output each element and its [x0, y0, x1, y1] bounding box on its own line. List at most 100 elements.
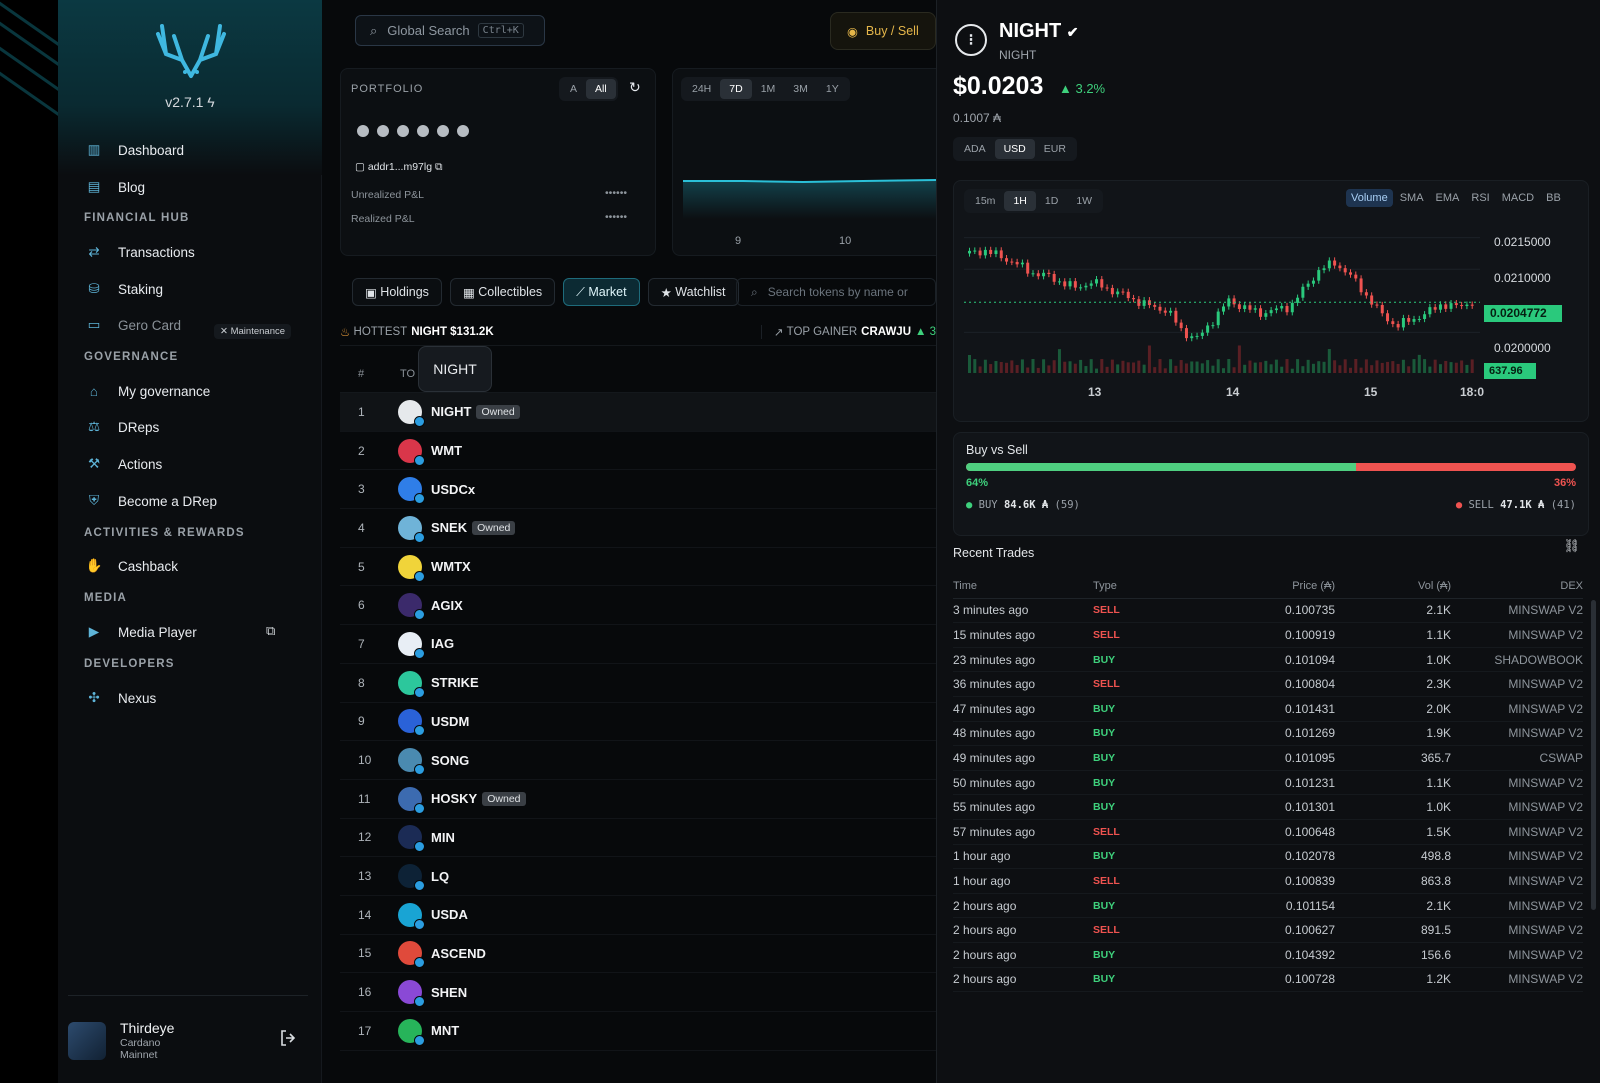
- trade-row[interactable]: 3 minutes ago SELL 0.100735 2.1K MINSWAP V2: [953, 599, 1583, 624]
- sidebar-item-actions[interactable]: ⚒ Actions: [84, 453, 162, 475]
- wallet-address[interactable]: ▢ addr1...m97lg ⧉: [355, 161, 442, 174]
- table-row[interactable]: 10 SONG: [340, 741, 936, 780]
- indicator-ema[interactable]: EMA: [1431, 189, 1465, 207]
- table-row[interactable]: 5 WMTX: [340, 548, 936, 587]
- table-row[interactable]: 1 NIGHT Owned: [340, 393, 936, 432]
- currency-ada[interactable]: ADA: [955, 139, 995, 159]
- sidebar-item-cashback[interactable]: ✋ Cashback: [84, 555, 178, 577]
- trade-row[interactable]: 57 minutes ago SELL 0.100648 1.5K MINSWAP V2: [953, 820, 1583, 845]
- trade-row[interactable]: 1 hour ago BUY 0.102078 498.8 MINSWAP V2: [953, 845, 1583, 870]
- volume-bar: [1465, 364, 1469, 373]
- sidebar-item-media-player[interactable]: ▶ Media Player: [84, 621, 197, 643]
- range-1m[interactable]: 1M: [752, 79, 785, 99]
- trade-row[interactable]: 50 minutes ago BUY 0.101231 1.1K MINSWAP V2: [953, 771, 1583, 796]
- unlink-icon[interactable]: ⛓: [1563, 538, 1580, 554]
- toggle-all[interactable]: All: [586, 79, 616, 99]
- range-3m[interactable]: 3M: [784, 79, 817, 99]
- tab-holdings[interactable]: ▣ Holdings: [352, 278, 442, 306]
- trade-row[interactable]: 49 minutes ago BUY 0.101095 365.7 CSWAP: [953, 746, 1583, 771]
- global-search-input[interactable]: ⌕ Global Search Ctrl+K: [355, 15, 545, 46]
- sidebar-item-become-drep[interactable]: ⛨ Become a DRep: [84, 490, 217, 512]
- trade-row[interactable]: 2 hours ago BUY 0.101154 2.1K MINSWAP V2: [953, 894, 1583, 919]
- currency-eur[interactable]: EUR: [1035, 139, 1075, 159]
- refresh-icon[interactable]: ↻: [629, 79, 641, 96]
- table-row[interactable]: 7 IAG: [340, 625, 936, 664]
- interval-1h[interactable]: 1H: [1004, 191, 1036, 211]
- sidebar-item-dashboard[interactable]: ▥ Dashboard: [84, 139, 184, 161]
- volume-bar: [1370, 365, 1374, 373]
- interval-1w[interactable]: 1W: [1067, 191, 1101, 211]
- volume-bar: [1200, 363, 1204, 373]
- table-row[interactable]: 12 MIN: [340, 819, 936, 858]
- avatar[interactable]: [68, 1022, 106, 1060]
- trade-row[interactable]: 15 minutes ago SELL 0.100919 1.1K MINSWAP V2: [953, 623, 1583, 648]
- sidebar-item-my-governance[interactable]: ⌂ My governance: [84, 380, 210, 402]
- trades-scrollbar[interactable]: [1591, 600, 1596, 910]
- volume-bar: [1438, 364, 1442, 373]
- table-row[interactable]: 15 ASCEND: [340, 935, 936, 974]
- trade-price: 0.101431: [1284, 701, 1335, 716]
- popout-icon[interactable]: ⧉: [266, 623, 275, 639]
- y-tick: 0.0200000: [1494, 341, 1551, 355]
- trade-dex: SHADOWBOOK: [1494, 652, 1583, 667]
- candle: [1105, 287, 1109, 289]
- trade-row[interactable]: 2 hours ago BUY 0.100728 1.2K MINSWAP V2: [953, 968, 1583, 993]
- top-gainer-token[interactable]: CRAWJU: [861, 326, 911, 338]
- indicator-macd[interactable]: MACD: [1497, 189, 1539, 207]
- sidebar-item-gero-card[interactable]: ▭ Gero Card: [84, 314, 181, 336]
- table-row[interactable]: 17 MNT: [340, 1012, 936, 1051]
- trade-price: 0.100627: [1284, 923, 1335, 938]
- table-row[interactable]: 2 WMT: [340, 432, 936, 471]
- section-financial-hub: FINANCIAL HUB: [84, 212, 190, 224]
- trade-type: SELL: [1093, 604, 1120, 617]
- candle: [1354, 274, 1358, 279]
- indicator-sma[interactable]: SMA: [1395, 189, 1429, 207]
- hottest-token[interactable]: NIGHT $131.2K: [411, 326, 493, 338]
- trade-row[interactable]: 36 minutes ago SELL 0.100804 2.3K MINSWAP V2: [953, 672, 1583, 697]
- volume-bar: [1311, 363, 1315, 373]
- sidebar-item-transactions[interactable]: ⇄ Transactions: [84, 241, 194, 263]
- logout-icon[interactable]: [278, 1028, 298, 1048]
- candle: [1417, 318, 1421, 320]
- interval-1d[interactable]: 1D: [1036, 191, 1067, 211]
- table-row[interactable]: 16 SHEN: [340, 973, 936, 1012]
- table-row[interactable]: 9 USDM: [340, 703, 936, 742]
- trade-row[interactable]: 55 minutes ago BUY 0.101301 1.0K MINSWAP V2: [953, 795, 1583, 820]
- buy-vs-sell-title: Buy vs Sell: [966, 443, 1028, 457]
- sidebar-item-dreps[interactable]: ⚖ DReps: [84, 416, 159, 438]
- trade-row[interactable]: 23 minutes ago BUY 0.101094 1.0K SHADOWBOOK: [953, 648, 1583, 673]
- tab-collectibles[interactable]: ▦ Collectibles: [449, 278, 556, 306]
- currency-usd[interactable]: USD: [994, 139, 1035, 159]
- buy-sell-button[interactable]: ◉ Buy / Sell: [830, 12, 936, 50]
- table-row[interactable]: 8 STRIKE: [340, 664, 936, 703]
- tab-market[interactable]: ⟋ Market: [563, 278, 640, 306]
- indicator-volume[interactable]: Volume: [1346, 189, 1393, 207]
- indicator-rsi[interactable]: RSI: [1466, 189, 1494, 207]
- table-row[interactable]: 14 USDA: [340, 896, 936, 935]
- table-row[interactable]: 11 HOSKY Owned: [340, 780, 936, 819]
- table-row[interactable]: 4 SNEK Owned: [340, 509, 936, 548]
- trade-price: 0.101154: [1285, 898, 1335, 913]
- trade-row[interactable]: 47 minutes ago BUY 0.101431 2.0K MINSWAP V2: [953, 697, 1583, 722]
- table-row[interactable]: 3 USDCx: [340, 470, 936, 510]
- copy-icon[interactable]: ⧉: [435, 161, 443, 173]
- trade-row[interactable]: 2 hours ago SELL 0.100627 891.5 MINSWAP V2: [953, 918, 1583, 943]
- interval-15m[interactable]: 15m: [966, 191, 1004, 211]
- tab-watchlist[interactable]: ★ Watchlist: [647, 278, 739, 306]
- candlestick-plot[interactable]: [964, 217, 1484, 377]
- range-1y[interactable]: 1Y: [817, 79, 848, 99]
- sidebar-item-staking[interactable]: ⛁ Staking: [84, 278, 163, 300]
- toggle-ada[interactable]: A: [561, 79, 586, 99]
- sidebar-item-blog[interactable]: ▤ Blog: [84, 176, 145, 198]
- range-24h[interactable]: 24H: [683, 79, 720, 99]
- trade-dex: MINSWAP V2: [1508, 923, 1583, 938]
- range-7d[interactable]: 7D: [720, 79, 752, 99]
- token-search-input[interactable]: ⌕ Search tokens by name or: [736, 278, 936, 306]
- trade-row[interactable]: 48 minutes ago BUY 0.101269 1.9K MINSWAP V2: [953, 722, 1583, 747]
- trade-row[interactable]: 1 hour ago SELL 0.100839 863.8 MINSWAP V2: [953, 869, 1583, 894]
- table-row[interactable]: 13 LQ: [340, 857, 936, 896]
- indicator-bb[interactable]: BB: [1541, 189, 1566, 207]
- table-row[interactable]: 6 AGIX: [340, 586, 936, 626]
- trade-row[interactable]: 2 hours ago BUY 0.104392 156.6 MINSWAP V2: [953, 943, 1583, 968]
- sidebar-item-nexus[interactable]: ✣ Nexus: [84, 687, 156, 709]
